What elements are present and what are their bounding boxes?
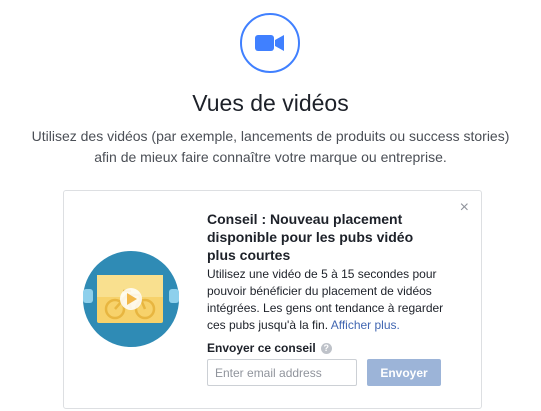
page-title: Vues de vidéos (192, 90, 349, 116)
page-subtitle: Utilisez des vidéos (par exemple, lancem… (31, 128, 510, 165)
tip-title: Conseil : Nouveau placement disponible p… (207, 211, 414, 263)
send-button[interactable]: Envoyer (367, 359, 441, 386)
video-camera-icon (240, 13, 300, 73)
email-field[interactable] (207, 359, 357, 386)
tip-card: × Conseil : Nouveau placement disponible… (63, 190, 482, 409)
bicycle-video-illustration (81, 249, 181, 354)
tip-body: Utilisez une vidéo de 5 à 15 secondes po… (207, 266, 447, 334)
info-icon[interactable]: ? (320, 342, 332, 354)
show-more-link[interactable]: Afficher plus. (331, 318, 400, 332)
send-tip-label: Envoyer ce conseil ? (207, 341, 332, 355)
tip-body-text: Utilisez une vidéo de 5 à 15 secondes po… (207, 267, 444, 332)
close-icon[interactable]: × (460, 200, 469, 216)
send-tip-label-text: Envoyer ce conseil (207, 341, 316, 355)
